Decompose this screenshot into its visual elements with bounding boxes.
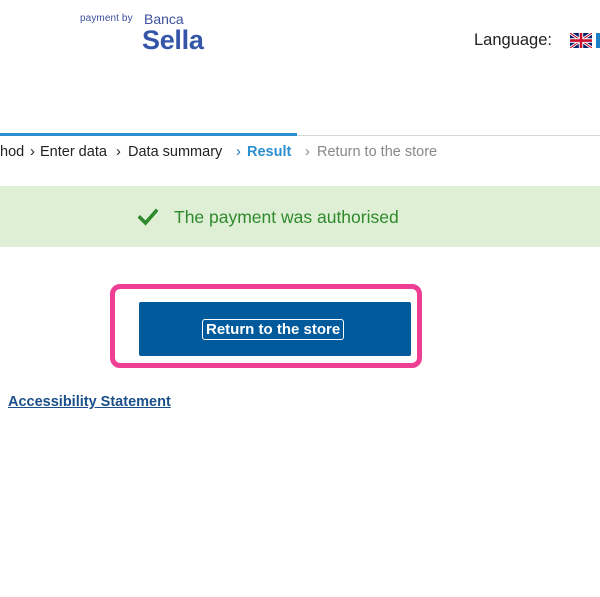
brand-prefix: payment by <box>80 13 133 24</box>
chevron-right-icon: › <box>116 144 121 160</box>
brand-logo: payment by Banca Sella <box>80 10 230 60</box>
brand-name: Sella <box>142 25 204 55</box>
accessibility-statement-link[interactable]: Accessibility Statement <box>8 394 171 410</box>
step-payment-method: hod <box>0 144 25 160</box>
payment-result-page: payment by Banca Sella Language: hod › E… <box>0 0 600 597</box>
chevron-right-icon: › <box>30 144 35 160</box>
uk-flag-icon[interactable] <box>570 33 592 48</box>
language-dropdown-edge[interactable] <box>596 33 600 48</box>
success-alert: The payment was authorised <box>0 186 600 247</box>
steps-progress-bar <box>0 133 297 136</box>
checkmark-icon <box>138 208 158 226</box>
return-to-store-button[interactable]: Return to the store <box>139 302 411 356</box>
step-data-summary: Data summary <box>128 144 223 160</box>
return-to-store-label: Return to the store <box>202 319 345 340</box>
chevron-right-icon: › <box>305 144 310 160</box>
language-label: Language: <box>474 31 552 49</box>
alert-message: The payment was authorised <box>174 207 399 227</box>
step-result: Result <box>247 144 292 160</box>
chevron-right-icon: › <box>236 144 241 160</box>
step-return-to-store: Return to the store <box>317 144 438 160</box>
step-enter-data: Enter data <box>40 144 107 160</box>
